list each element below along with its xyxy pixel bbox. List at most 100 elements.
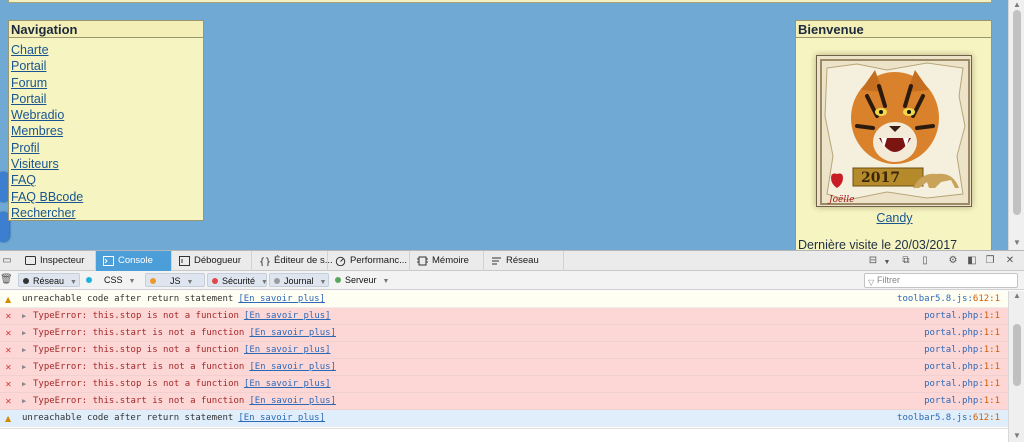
expand-arrow-icon[interactable]: ▶ [22, 376, 26, 393]
nav-link-membres[interactable]: Membres [11, 124, 63, 138]
nav-link-webradio[interactable]: Webradio [11, 108, 64, 122]
learn-more-link[interactable]: [En savoir plus] [249, 328, 336, 338]
source-location[interactable]: toolbar5.8.js:612:1 [897, 291, 1000, 308]
source-location[interactable]: toolbar5.8.js:612:1 [897, 410, 1000, 427]
page-scrollbar-thumb[interactable] [1013, 10, 1021, 215]
error-icon: ✕ [5, 397, 12, 406]
nav-link-forum[interactable]: Forum [11, 76, 47, 90]
nav-link-portail[interactable]: Portail [11, 59, 46, 73]
learn-more-link[interactable]: [En savoir plus] [249, 362, 336, 372]
chevron-down-icon: ▼ [70, 279, 77, 286]
console-icon [103, 256, 114, 266]
filter-label: Réseau [33, 276, 65, 286]
console-scrollbar-thumb[interactable] [1013, 324, 1021, 386]
console-message-error[interactable]: ✕ ▶ TypeError: this.stop is not a functi… [0, 342, 1008, 359]
navigation-panel: Navigation Charte Portail Forum Portail … [8, 20, 204, 221]
username-link[interactable]: Candy [796, 211, 993, 225]
scroll-down-arrow[interactable]: ▼ [1013, 238, 1021, 247]
nav-link-visiteurs[interactable]: Visiteurs [11, 157, 59, 171]
nav-link-rechercher[interactable]: Rechercher [11, 206, 76, 220]
style-editor-icon: {} [259, 257, 270, 266]
split-console-icon[interactable]: ⊟ [867, 255, 879, 267]
console-message-error[interactable]: ✕ ▶ TypeError: this.start is not a funct… [0, 393, 1008, 410]
nav-item-membres: Membres [11, 123, 203, 139]
console-message-error[interactable]: ✕ ▶ TypeError: this.stop is not a functi… [0, 308, 1008, 325]
source-location[interactable]: portal.php:1:1 [924, 359, 1000, 376]
pick-element-icon[interactable]: ▭ [1, 255, 13, 267]
trash-icon[interactable]: 🗑 [0, 274, 13, 286]
nav-item-portail: Portail [11, 58, 203, 74]
svg-text:Joëlle: Joëlle [827, 195, 854, 205]
source-location[interactable]: portal.php:1:1 [924, 376, 1000, 393]
console-message-error[interactable]: ✕ ▶ TypeError: this.start is not a funct… [0, 325, 1008, 342]
filter-server[interactable]: Serveur ▼ [331, 273, 393, 287]
user-avatar[interactable]: 2017 Joëlle [816, 55, 972, 207]
filter-css[interactable]: CSS ▼ [82, 273, 142, 287]
gear-icon[interactable]: ⚙ [947, 255, 959, 267]
nav-link-faq[interactable]: FAQ [11, 173, 36, 187]
filter-label: Sécurité [222, 276, 256, 286]
message-text: TypeError: this.start is not a function[… [33, 396, 337, 406]
expand-arrow-icon[interactable]: ▶ [22, 359, 26, 376]
log-dot-icon [274, 278, 280, 284]
console-output: ▲ unreachable code after return statemen… [0, 291, 1008, 442]
scroll-down-arrow[interactable]: ▼ [1013, 431, 1021, 440]
welcome-title: Bienvenue [796, 21, 991, 38]
nav-link-charte[interactable]: Charte [11, 43, 49, 57]
learn-more-link[interactable]: [En savoir plus] [238, 413, 325, 423]
undock-window-icon[interactable]: ❐ [984, 255, 996, 267]
scroll-up-arrow[interactable]: ▲ [1013, 0, 1021, 9]
tab-memory[interactable]: Mémoire [410, 251, 484, 271]
filter-security[interactable]: Sécurité ▼ [207, 273, 268, 287]
tab-console[interactable]: Console [96, 251, 172, 271]
learn-more-link[interactable]: [En savoir plus] [244, 311, 331, 321]
tab-label: Mémoire [432, 255, 469, 266]
tab-performance[interactable]: Performanc... [328, 251, 410, 271]
filter-network[interactable]: Réseau ▼ [18, 273, 80, 287]
learn-more-link[interactable]: [En savoir plus] [249, 396, 336, 406]
page-scrollbar[interactable]: ▲ ▼ [1008, 0, 1024, 250]
expand-arrow-icon[interactable]: ▶ [22, 342, 26, 359]
nav-link-faq-bbcode[interactable]: FAQ BBcode [11, 190, 83, 204]
filter-label: Journal [284, 276, 314, 286]
filter-js[interactable]: JS ▼ [145, 273, 205, 287]
tab-inspector[interactable]: Inspecteur [18, 251, 96, 271]
source-location[interactable]: portal.php:1:1 [924, 393, 1000, 410]
filter-input[interactable]: ▽ Filtrer [864, 273, 1018, 288]
tab-label: Inspecteur [40, 255, 85, 266]
expand-arrow-icon[interactable]: ▶ [22, 393, 26, 410]
responsive-design-icon[interactable]: ▯ [919, 255, 931, 267]
webpage-viewport: Navigation Charte Portail Forum Portail … [0, 0, 1024, 250]
close-icon[interactable]: ✕ [1004, 255, 1016, 267]
tab-debugger[interactable]: Débogueur [172, 251, 252, 271]
filter-log[interactable]: Journal ▼ [269, 273, 329, 287]
tab-style-editor[interactable]: {} Éditeur de s... [252, 251, 333, 271]
chevron-down-icon[interactable]: ▼ [881, 257, 893, 269]
learn-more-link[interactable]: [En savoir plus] [244, 345, 331, 355]
nav-link-portail-2[interactable]: Portail [11, 92, 46, 106]
learn-more-link[interactable]: [En savoir plus] [244, 379, 331, 389]
tab-network[interactable]: Réseau [484, 251, 564, 271]
source-location[interactable]: portal.php:1:1 [924, 325, 1000, 342]
source-location[interactable]: portal.php:1:1 [924, 342, 1000, 359]
chevron-down-icon: ▼ [382, 278, 390, 285]
console-message-error[interactable]: ✕ ▶ TypeError: this.start is not a funct… [0, 359, 1008, 376]
performance-icon [335, 256, 346, 266]
learn-more-link[interactable]: [En savoir plus] [238, 294, 325, 304]
tab-label: Débogueur [194, 255, 242, 266]
source-location[interactable]: portal.php:1:1 [924, 308, 1000, 325]
console-input[interactable] [0, 428, 1008, 442]
nav-item-profil: Profil [11, 140, 203, 156]
console-scrollbar[interactable]: ▲ ▼ [1008, 291, 1024, 442]
nav-item-visiteurs: Visiteurs [11, 156, 203, 172]
nav-link-profil[interactable]: Profil [11, 141, 39, 155]
console-message-error[interactable]: ✕ ▶ TypeError: this.stop is not a functi… [0, 376, 1008, 393]
scratchpad-icon[interactable]: ⧉ [900, 255, 912, 267]
expand-arrow-icon[interactable]: ▶ [22, 308, 26, 325]
scroll-up-arrow[interactable]: ▲ [1013, 291, 1021, 300]
message-text: TypeError: this.start is not a function[… [33, 328, 337, 338]
console-message-warning[interactable]: ▲ unreachable code after return statemen… [0, 410, 1008, 427]
expand-arrow-icon[interactable]: ▶ [22, 325, 26, 342]
dock-side-icon[interactable]: ◧ [966, 255, 978, 267]
console-message-warning[interactable]: ▲ unreachable code after return statemen… [0, 291, 1008, 308]
